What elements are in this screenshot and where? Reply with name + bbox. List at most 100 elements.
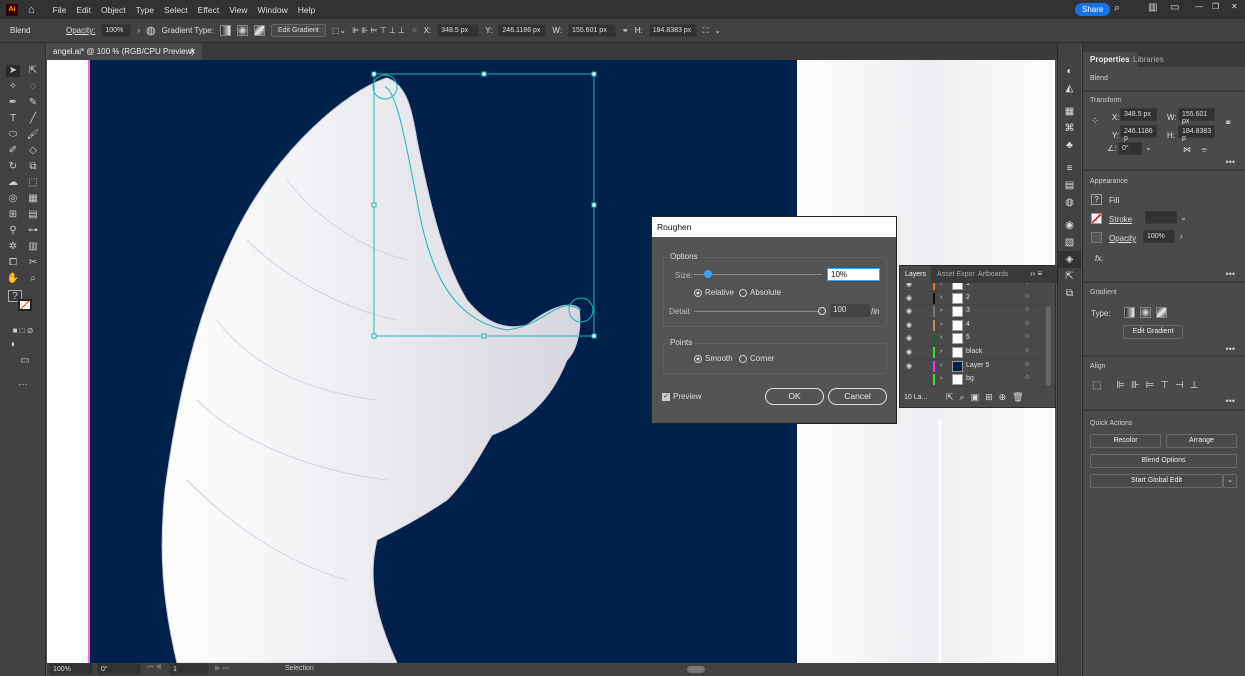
freeform-gradient-icon[interactable]: [253, 25, 265, 36]
smooth-radio[interactable]: Smooth: [694, 354, 733, 363]
screen-mode-icon[interactable]: ▭: [18, 355, 32, 367]
rotate-tool[interactable]: ↻: [6, 161, 20, 173]
expand-chevron-icon[interactable]: ›: [940, 307, 942, 314]
artboards-icon[interactable]: ⧉: [1058, 285, 1081, 302]
transform-icon[interactable]: ⛶: [703, 26, 709, 36]
stroke-weight-field[interactable]: [1145, 211, 1177, 224]
layer-name[interactable]: 3: [966, 307, 970, 314]
restore-button[interactable]: ❐: [1212, 2, 1219, 11]
more-transform-icon[interactable]: •••: [1226, 157, 1235, 167]
visibility-eye-icon[interactable]: ◉: [906, 348, 912, 356]
opacity-field[interactable]: 100%: [101, 24, 132, 37]
search-icon[interactable]: ⌕: [1114, 2, 1120, 15]
target-circle-icon[interactable]: ○: [1025, 293, 1029, 300]
menu-effect[interactable]: Effect: [198, 5, 220, 15]
prev-artboard-icons[interactable]: ⏮ ◀: [147, 664, 162, 672]
h-field[interactable]: 184.8383 p: [1178, 125, 1215, 142]
target-circle-icon[interactable]: ○: [1025, 361, 1029, 368]
visibility-eye-icon[interactable]: ◉: [906, 362, 912, 370]
menu-edit[interactable]: Edit: [76, 5, 91, 15]
color-guide-icon[interactable]: ◭: [1058, 80, 1081, 97]
opacity-label[interactable]: Opacity: [1109, 234, 1136, 243]
freeform-gradient-icon[interactable]: [1156, 307, 1167, 318]
type-tool[interactable]: T: [6, 113, 20, 125]
flip-vertical-icon[interactable]: ⌯: [1201, 145, 1207, 155]
paintbrush-tool[interactable]: 🖌: [26, 129, 40, 141]
y-field[interactable]: 246.1186 p: [1120, 125, 1157, 142]
hand-tool[interactable]: ✋: [6, 273, 20, 285]
y-field[interactable]: 246.1186 px: [498, 24, 547, 37]
next-artboard-icons[interactable]: ▶ ⏭: [215, 664, 229, 673]
close-tab-icon[interactable]: ✕: [189, 47, 196, 56]
w-field[interactable]: 155.601 px: [568, 24, 617, 37]
expand-chevron-icon[interactable]: ›: [940, 334, 942, 341]
menu-help[interactable]: Help: [298, 5, 315, 15]
visibility-eye-icon[interactable]: ◉: [906, 334, 912, 342]
workspace-icon[interactable]: ▥: [1148, 2, 1157, 13]
layer-name[interactable]: black: [966, 348, 982, 355]
rotation-select[interactable]: 0°: [97, 663, 141, 675]
gradient-icon[interactable]: ▤: [1058, 177, 1081, 194]
layer-name[interactable]: bg: [966, 375, 974, 382]
preview-checkbox[interactable]: ✓ Preview: [662, 392, 701, 401]
menu-window[interactable]: Window: [258, 5, 288, 15]
free-transform-tool[interactable]: ⬚: [26, 177, 40, 189]
arrange-button[interactable]: Arrange: [1166, 434, 1237, 448]
blend-tool[interactable]: ⊶: [26, 225, 40, 237]
horizontal-scrollbar[interactable]: [687, 666, 705, 673]
lasso-tool[interactable]: ◌: [26, 81, 40, 93]
target-circle-icon[interactable]: ○: [1025, 306, 1029, 313]
stroke-icon[interactable]: ≡: [1058, 160, 1081, 177]
layer-row[interactable]: › bg ○: [900, 373, 1046, 387]
tab-layers[interactable]: Layers: [900, 266, 932, 283]
home-icon[interactable]: ⌂: [28, 4, 35, 16]
direct-selection-tool[interactable]: ⇱: [26, 65, 40, 77]
align-to-icon[interactable]: ⬚⌄: [332, 26, 346, 35]
target-circle-icon[interactable]: ○: [1025, 283, 1029, 286]
recolor-button[interactable]: Recolor: [1090, 434, 1161, 448]
x-field[interactable]: 348.5 px: [1120, 108, 1157, 121]
layer-name[interactable]: 1: [966, 283, 970, 287]
warp-tool[interactable]: ☁: [6, 177, 20, 189]
radial-gradient-icon[interactable]: [1140, 307, 1151, 318]
layer-row[interactable]: ◉ › 2 ○: [900, 292, 1046, 306]
detail-input[interactable]: 100: [830, 304, 870, 317]
detail-slider[interactable]: [694, 307, 826, 315]
swatches-icon[interactable]: ▦: [1058, 103, 1081, 120]
color-icon[interactable]: ◐: [1058, 63, 1081, 80]
expand-chevron-icon[interactable]: ›: [940, 375, 942, 382]
expand-chevron-icon[interactable]: ›: [940, 321, 942, 328]
expand-chevron-icon[interactable]: ›: [940, 362, 942, 369]
align-icons[interactable]: ⬚ ⊫⊪⊨⊤⊣⊥: [1092, 380, 1205, 391]
layer-name[interactable]: 4: [966, 321, 970, 328]
artboard-select[interactable]: 1: [169, 663, 209, 675]
layers-icon[interactable]: ◈: [1058, 251, 1081, 268]
isolate-icon[interactable]: ⌄: [714, 26, 721, 35]
radial-gradient-icon[interactable]: [236, 25, 248, 36]
w-field[interactable]: 155.601 px: [1178, 108, 1215, 125]
ok-button[interactable]: OK: [765, 388, 824, 405]
align-icons[interactable]: ⊫ ⊪ ⊨ ⊤ ⊥ ⊥: [352, 26, 405, 35]
export-icon[interactable]: ⇱: [1058, 268, 1081, 285]
transparency-icon[interactable]: ◍: [1058, 194, 1081, 211]
expand-chevron-icon[interactable]: ›: [940, 294, 942, 301]
size-slider[interactable]: [694, 270, 822, 278]
recolor-icon[interactable]: ◍: [146, 24, 156, 37]
reference-point-icon[interactable]: ⁘: [411, 26, 418, 35]
visibility-eye-icon[interactable]: ◉: [906, 307, 912, 315]
cancel-button[interactable]: Cancel: [828, 388, 887, 405]
tab-asset-export[interactable]: Asset Expor: [937, 271, 975, 278]
brushes-icon[interactable]: ⌘: [1058, 120, 1081, 137]
layer-name[interactable]: Layer 5: [966, 362, 989, 369]
color-mode-icons[interactable]: ■ □ ⊘: [5, 325, 41, 337]
visibility-eye-icon[interactable]: ◉: [906, 283, 912, 288]
layer-name[interactable]: 2: [966, 294, 970, 301]
flip-horizontal-icon[interactable]: ⋈: [1183, 145, 1191, 154]
graphic-styles-icon[interactable]: ▧: [1058, 234, 1081, 251]
linear-gradient-icon[interactable]: [219, 25, 231, 36]
absolute-radio[interactable]: Absolute: [739, 288, 781, 297]
target-circle-icon[interactable]: ○: [1025, 333, 1029, 340]
document-tab[interactable]: angel.ai* @ 100 % (RGB/CPU Preview) ✕: [47, 43, 202, 60]
opacity-arrow-icon[interactable]: ›: [1180, 232, 1183, 241]
linear-gradient-icon[interactable]: [1124, 307, 1135, 318]
